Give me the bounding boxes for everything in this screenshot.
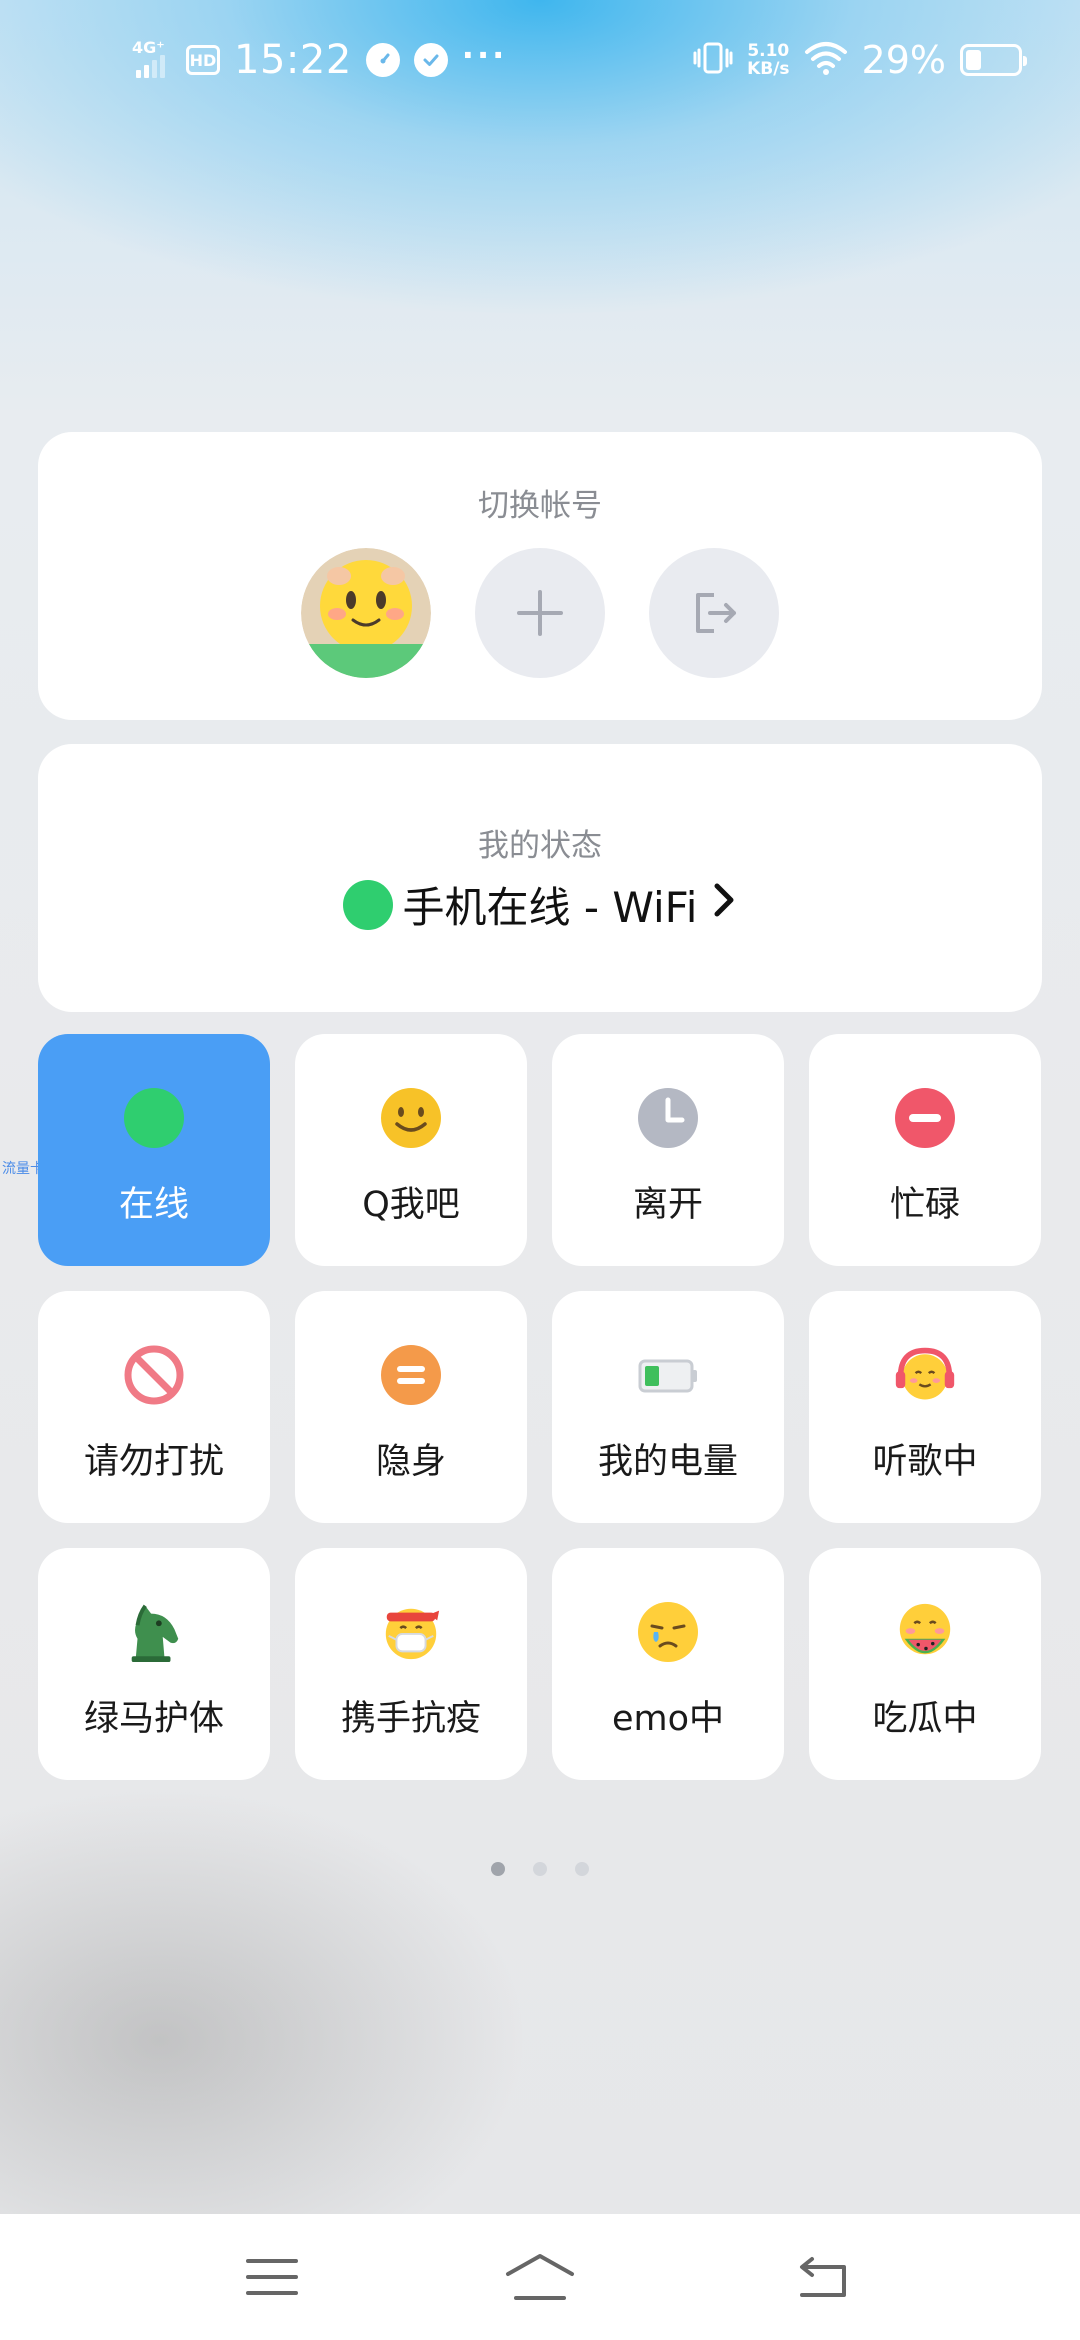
tile-label: 忙碌 — [889, 1185, 960, 1225]
clock-icon — [636, 1086, 700, 1150]
mask-emoji-icon — [379, 1600, 443, 1664]
menu-button[interactable] — [232, 2244, 312, 2310]
add-account-button[interactable] — [475, 548, 605, 678]
switch-account-card: 切换帐号 — [38, 432, 1042, 720]
status-tile-green-horse[interactable]: 绿马护体 — [38, 1548, 270, 1780]
back-icon — [800, 2257, 846, 2297]
tile-label: Q我吧 — [362, 1185, 460, 1225]
wifi-icon — [804, 40, 848, 80]
sad-emoji-icon — [636, 1600, 700, 1664]
page-dot — [533, 1862, 547, 1876]
home-icon — [506, 2254, 574, 2300]
page-dot — [491, 1862, 505, 1876]
back-button[interactable] — [782, 2244, 862, 2310]
logout-button[interactable] — [649, 548, 779, 678]
status-tile-fight-epidemic[interactable]: 携手抗疫 — [295, 1548, 527, 1780]
page-dot — [575, 1862, 589, 1876]
status-tile-emo[interactable]: emo中 — [552, 1548, 784, 1780]
plus-icon — [517, 590, 563, 636]
status-tile-my-battery[interactable]: 我的电量 — [552, 1291, 784, 1523]
status-tile-eating-melon[interactable]: 吃瓜中 — [809, 1548, 1041, 1780]
battery-icon — [960, 44, 1027, 76]
status-tile-invisible[interactable]: 隐身 — [295, 1291, 527, 1523]
headphones-emoji-icon — [893, 1343, 957, 1407]
tile-label: 吃瓜中 — [872, 1699, 978, 1739]
current-account-avatar[interactable] — [301, 548, 431, 678]
battery-percent: 29% — [861, 38, 946, 82]
status-tile-online[interactable]: 在线 — [38, 1034, 270, 1266]
clock: 15:22 — [234, 37, 352, 83]
tile-label: 我的电量 — [597, 1442, 738, 1482]
watermelon-emoji-icon — [893, 1600, 957, 1664]
hd-voice-icon: HD — [186, 45, 220, 75]
home-button[interactable] — [500, 2244, 580, 2310]
busy-icon — [893, 1086, 957, 1150]
status-bar: 4G⁺ HD 15:22 ··· 5.10 KB/s 29% — [0, 0, 1080, 120]
status-grid: 在线 Q我吧 离开 忙碌 请勿打扰 隐身 我的电量 听歌中 绿马护体 携手抗疫 … — [38, 1034, 1042, 1780]
status-tile-busy[interactable]: 忙碌 — [809, 1034, 1041, 1266]
tile-label: 请勿打扰 — [83, 1442, 224, 1482]
tile-label: 携手抗疫 — [340, 1699, 481, 1739]
battery-icon — [636, 1343, 700, 1407]
speedometer-icon — [365, 43, 400, 77]
horse-icon — [122, 1600, 186, 1664]
chevron-right-icon — [711, 880, 737, 930]
status-tile-do-not-disturb[interactable]: 请勿打扰 — [38, 1291, 270, 1523]
navigation-bar — [0, 2214, 1080, 2340]
current-status-text: 手机在线 - WiFi — [402, 883, 698, 932]
status-tile-q-me[interactable]: Q我吧 — [295, 1034, 527, 1266]
my-status-title: 我的状态 — [478, 828, 602, 864]
online-dot-icon — [342, 879, 393, 930]
tile-label: 在线 — [118, 1185, 189, 1225]
status-tile-listening-music[interactable]: 听歌中 — [809, 1291, 1041, 1523]
my-status-card[interactable]: 我的状态 手机在线 - WiFi — [38, 744, 1042, 1012]
switch-account-title: 切换帐号 — [478, 488, 602, 524]
logout-icon — [696, 593, 736, 633]
tile-label: emo中 — [611, 1699, 725, 1739]
tile-label: 隐身 — [375, 1442, 446, 1482]
more-notifications-icon: ··· — [461, 36, 508, 74]
tile-label: 离开 — [632, 1185, 703, 1225]
no-disturb-icon — [122, 1343, 186, 1407]
check-circle-icon — [413, 43, 448, 77]
smile-icon — [379, 1086, 443, 1150]
invisible-icon — [379, 1343, 443, 1407]
status-tile-away[interactable]: 离开 — [552, 1034, 784, 1266]
tile-label: 听歌中 — [872, 1442, 978, 1482]
vibrate-icon — [693, 38, 733, 82]
tile-label: 绿马护体 — [83, 1699, 224, 1739]
menu-icon — [246, 2259, 298, 2295]
online-dot-icon — [122, 1086, 186, 1150]
network-speed: 5.10 KB/s — [747, 41, 790, 79]
page-indicator — [0, 1862, 1080, 1876]
current-status[interactable]: 手机在线 - WiFi — [38, 874, 1042, 935]
cellular-signal-icon: 4G⁺ — [132, 38, 172, 82]
